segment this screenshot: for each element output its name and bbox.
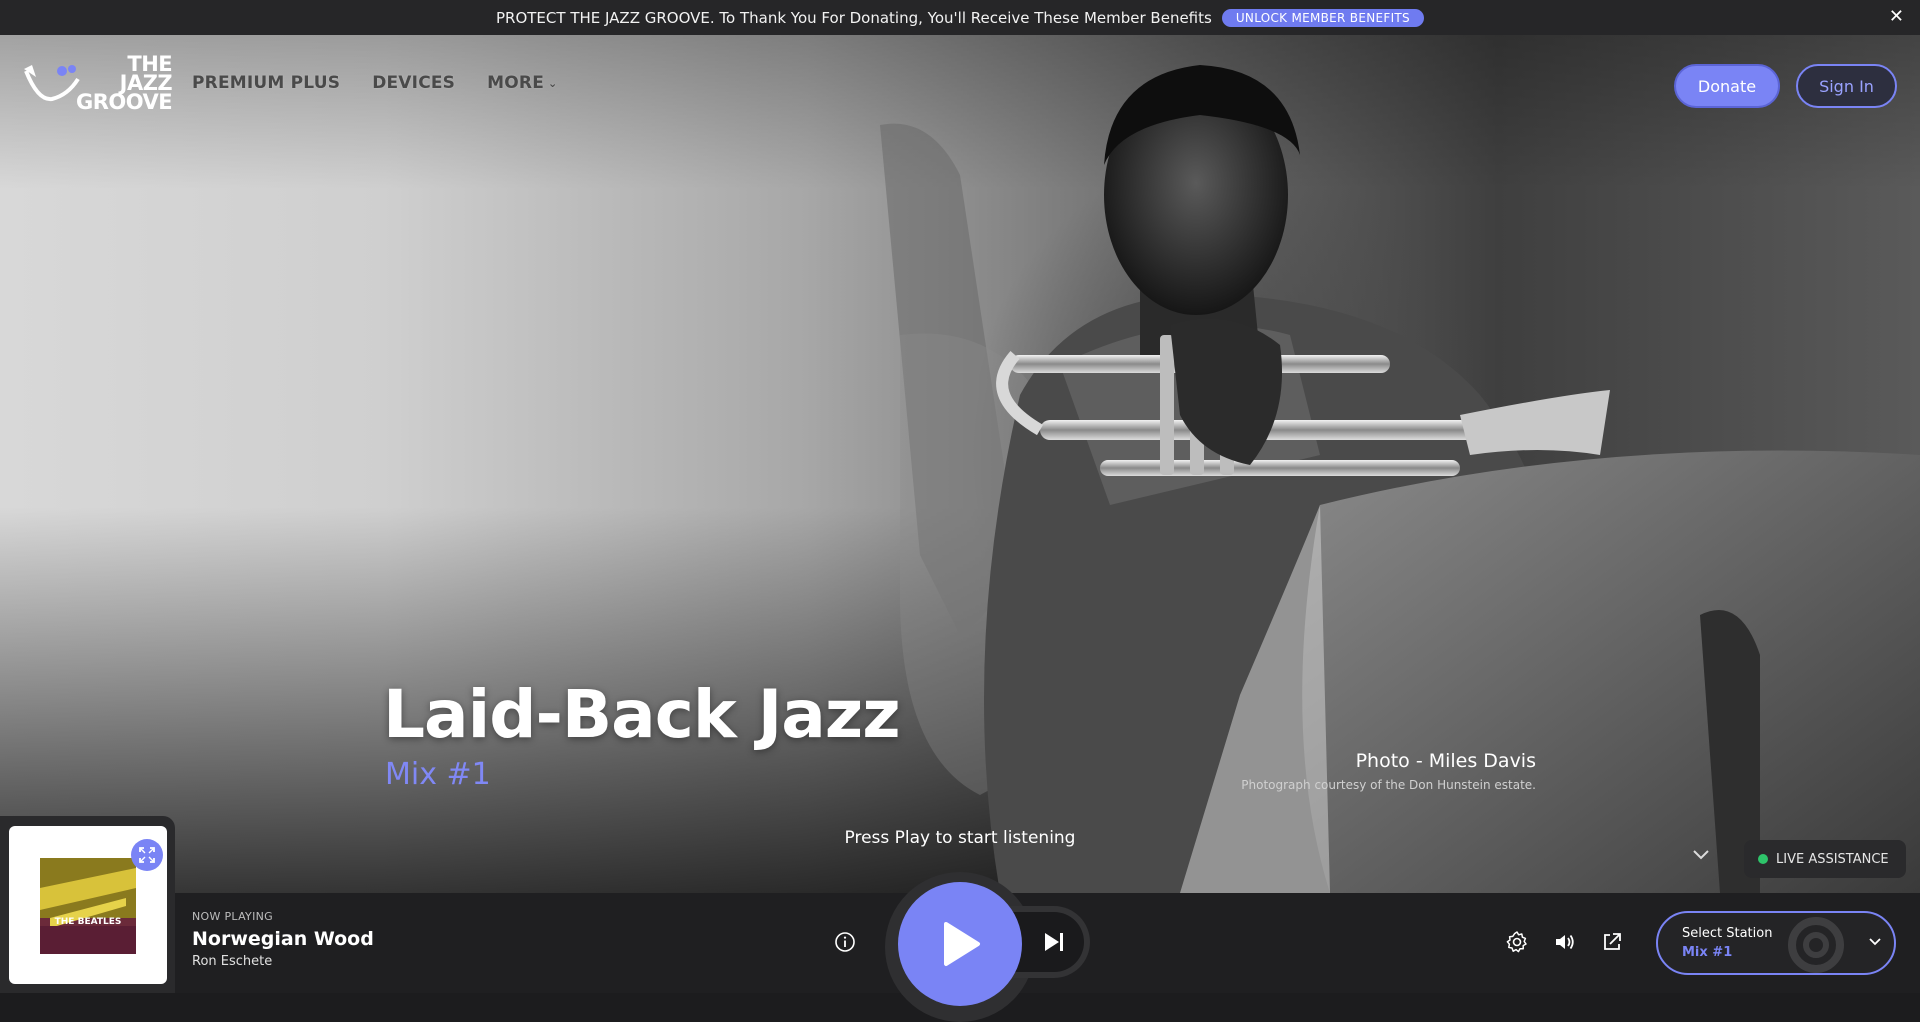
station-subtitle: Mix #1 (385, 757, 491, 792)
volume-icon[interactable] (1551, 928, 1579, 956)
skip-next-icon[interactable] (1041, 929, 1067, 955)
promo-banner: PROTECT THE JAZZ GROOVE. To Thank You Fo… (0, 0, 1920, 35)
photo-credit-note: Photograph courtesy of the Don Hunstein … (1241, 778, 1536, 792)
logo-text: THE JAZZ GROOVE (76, 52, 173, 114)
site-header: THE JAZZ GROOVE PREMIUM PLUS DEVICES MOR… (0, 35, 1920, 135)
photo-credit-title: Photo - Miles Davis (1355, 750, 1536, 772)
play-icon[interactable] (898, 882, 1022, 1006)
online-status-dot (1758, 854, 1768, 864)
nav-item-devices[interactable]: DEVICES (372, 73, 455, 93)
chevron-down-icon: ⌄ (548, 76, 558, 90)
album-art[interactable]: THE BEATLES (40, 858, 136, 954)
trumpet-logo-icon (24, 64, 80, 101)
photo-credit: Photo - Miles Davis Photograph courtesy … (1241, 750, 1536, 792)
now-playing-label: NOW PLAYING (192, 910, 273, 923)
album-art-frame: THE BEATLES (9, 826, 167, 984)
track-title: Norwegian Wood (192, 928, 374, 950)
scroll-down-chevron-icon[interactable] (1692, 849, 1710, 861)
gear-icon[interactable] (1503, 928, 1531, 956)
press-play-prompt: Press Play to start listening (844, 828, 1076, 848)
station-watermark-icon (1788, 917, 1844, 973)
hero-section (0, 35, 1920, 893)
live-assistance-button[interactable]: LIVE ASSISTANCE (1744, 840, 1906, 878)
banner-message: PROTECT THE JAZZ GROOVE. To Thank You Fo… (496, 8, 1212, 27)
main-nav: PREMIUM PLUS DEVICES MORE ⌄ (192, 73, 557, 93)
unlock-benefits-button[interactable]: UNLOCK MEMBER BENEFITS (1221, 8, 1424, 27)
sign-in-button[interactable]: Sign In (1796, 64, 1897, 108)
hero-photo (880, 65, 1920, 893)
station-title: Laid-Back Jazz (383, 676, 901, 753)
expand-icon[interactable] (131, 839, 163, 871)
nav-item-premium-plus[interactable]: PREMIUM PLUS (192, 73, 340, 93)
album-art-card: THE BEATLES (0, 816, 175, 993)
info-icon[interactable] (831, 928, 859, 956)
donate-button[interactable]: Donate (1674, 64, 1780, 108)
station-select-label: Select Station (1682, 926, 1773, 941)
track-artist: Ron Eschete (192, 954, 273, 969)
external-link-icon[interactable] (1598, 928, 1626, 956)
nav-item-more[interactable]: MORE ⌄ (487, 73, 557, 93)
live-assistance-label: LIVE ASSISTANCE (1776, 851, 1889, 867)
station-select-value: Mix #1 (1682, 945, 1733, 960)
jazz-groove-logo[interactable]: THE JAZZ GROOVE (22, 52, 173, 114)
station-select[interactable]: Select Station Mix #1 (1656, 911, 1896, 975)
chevron-down-icon (1869, 938, 1881, 946)
close-icon[interactable]: ✕ (1889, 6, 1904, 28)
album-art-text: THE BEATLES (55, 917, 122, 927)
